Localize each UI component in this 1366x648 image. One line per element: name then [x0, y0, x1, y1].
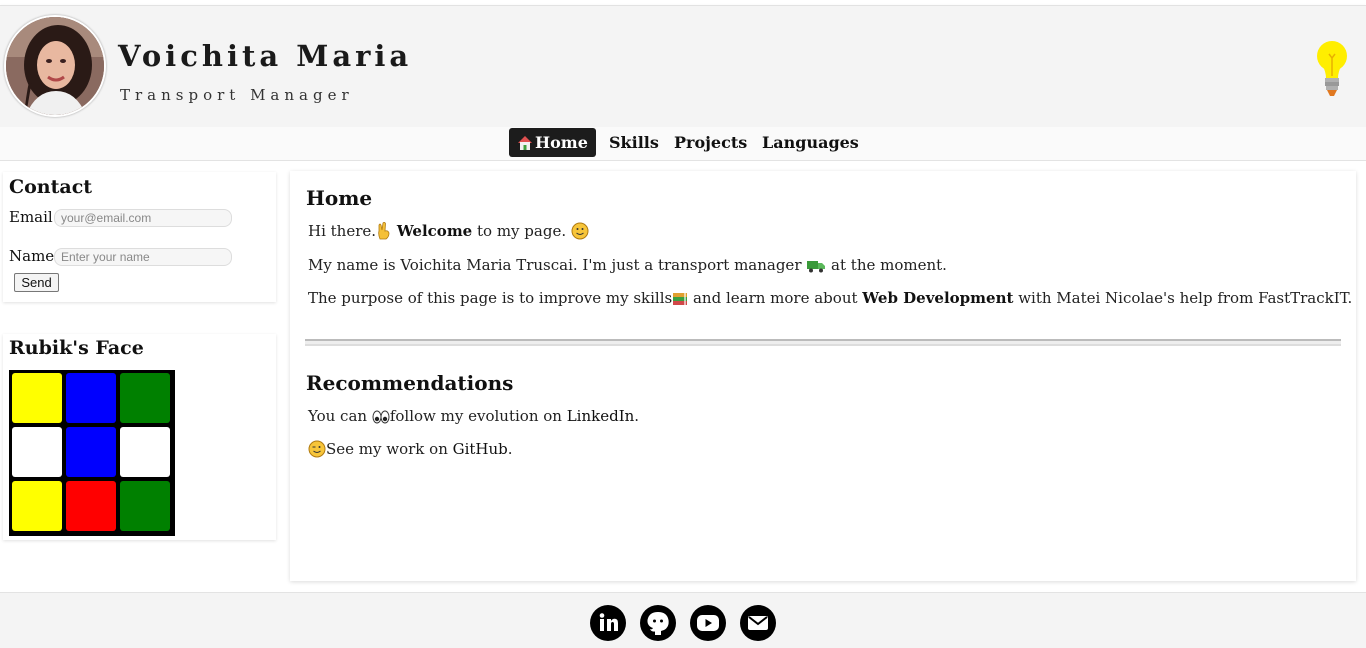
nav-languages[interactable]: Languages	[754, 128, 867, 157]
recommendations-title: Recommendations	[306, 371, 514, 395]
rubik-tile	[66, 481, 116, 531]
nav-home-label: Home	[535, 133, 588, 152]
avatar	[4, 15, 106, 117]
rec1-mid: follow my evolution on	[389, 407, 567, 425]
purpose-mid: and learn more about	[692, 289, 863, 307]
rubik-tile	[66, 373, 116, 423]
rubik-tile	[120, 373, 170, 423]
victory-hand-icon	[376, 221, 392, 244]
github-link[interactable]: GitHub	[453, 440, 508, 458]
rec2-text: See my work on	[326, 440, 453, 458]
intro-text: Hi there.	[308, 222, 377, 240]
profile-role: Transport Manager	[120, 86, 354, 104]
rubik-tile	[12, 373, 62, 423]
contact-card: Contact Email your@email.com Name Enter …	[3, 172, 276, 302]
purpose-text: The purpose of this page is to improve m…	[308, 289, 673, 307]
books-icon	[672, 291, 688, 311]
github-paragraph: See my work on GitHub.	[308, 440, 513, 462]
email-icon[interactable]	[740, 605, 776, 641]
lightbulb-icon[interactable]	[1312, 36, 1352, 100]
youtube-icon[interactable]	[690, 605, 726, 641]
eyes-icon	[372, 409, 390, 429]
rubik-face	[9, 370, 175, 536]
intro-paragraph: Hi there. Welcome to my page.	[308, 221, 589, 244]
rubik-tile	[12, 427, 62, 477]
github-icon[interactable]	[640, 605, 676, 641]
intro-tail: to my page.	[472, 222, 567, 240]
email-field[interactable]: your@email.com	[54, 209, 232, 227]
about-text: My name is Voichita Maria Truscai. I'm j…	[308, 256, 807, 274]
rec2-tail: .	[507, 440, 513, 458]
smile-icon	[571, 222, 589, 244]
nav-projects[interactable]: Projects	[666, 128, 755, 157]
home-title: Home	[306, 186, 373, 210]
header: Voichita Maria Transport Manager	[0, 5, 1366, 127]
welcome-text: Welcome	[396, 222, 473, 240]
rubik-tile	[12, 481, 62, 531]
purpose-tail: with Matei Nicolae's help from FastTrack…	[1013, 289, 1353, 307]
linkedin-icon[interactable]	[590, 605, 626, 641]
name-field[interactable]: Enter your name	[54, 248, 232, 266]
rubik-tile	[120, 481, 170, 531]
send-button[interactable]: Send	[14, 273, 59, 292]
web-dev-text: Web Development	[862, 289, 1014, 307]
main-nav: Home Skills Projects Languages	[0, 127, 1366, 161]
purpose-paragraph: The purpose of this page is to improve m…	[308, 289, 1352, 311]
section-divider	[305, 339, 1341, 346]
truck-icon	[806, 258, 826, 278]
rec1-tail: .	[634, 407, 640, 425]
email-label: Email	[9, 208, 53, 226]
about-tail: at the moment.	[831, 256, 947, 274]
linkedin-link[interactable]: LinkedIn	[567, 407, 635, 425]
linkedin-paragraph: You can follow my evolution on LinkedIn.	[308, 407, 639, 429]
rubik-tile	[120, 427, 170, 477]
main-content: Home Hi there. Welcome to my page. My na…	[290, 171, 1356, 581]
about-paragraph: My name is Voichita Maria Truscai. I'm j…	[308, 256, 947, 278]
profile-name: Voichita Maria	[118, 39, 413, 73]
name-label: Name	[9, 247, 55, 265]
winking-face-icon	[308, 440, 326, 462]
home-icon	[517, 130, 533, 159]
rubik-tile	[66, 427, 116, 477]
rec1-text: You can	[308, 407, 372, 425]
nav-home[interactable]: Home	[509, 128, 596, 157]
rubik-title: Rubik's Face	[9, 337, 144, 359]
nav-skills[interactable]: Skills	[601, 128, 667, 157]
contact-title: Contact	[9, 176, 93, 198]
rubik-card: Rubik's Face	[3, 334, 276, 540]
footer	[0, 592, 1366, 648]
